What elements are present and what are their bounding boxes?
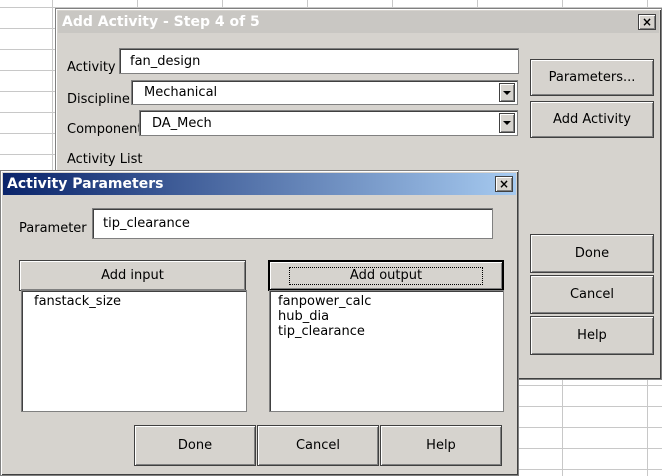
params-done-button[interactable]: Done xyxy=(134,425,256,466)
add-input-button[interactable]: Add input xyxy=(19,260,246,291)
params-cancel-button[interactable]: Cancel xyxy=(257,425,379,466)
params-done-button-label: Done xyxy=(177,438,213,453)
add-output-button[interactable]: Add output xyxy=(268,260,504,291)
help-button[interactable]: Help xyxy=(530,316,654,355)
chevron-down-icon xyxy=(503,90,511,95)
input-list[interactable]: fanstack_size xyxy=(21,290,247,412)
parameter-value: tip_clearance xyxy=(103,216,190,231)
parameters-button[interactable]: Parameters... xyxy=(530,59,654,96)
params-cancel-button-label: Cancel xyxy=(295,438,341,453)
activity-label: Activity xyxy=(67,60,116,75)
parameters-button-label: Parameters... xyxy=(548,70,636,85)
activity-parameters-dialog: Activity Parameters × Parameter tip_clea… xyxy=(0,170,519,476)
parameter-label: Parameter xyxy=(19,221,87,236)
chevron-down-icon xyxy=(503,121,511,125)
discipline-select[interactable]: Mechanical xyxy=(131,80,518,105)
done-button-label: Done xyxy=(574,246,610,261)
discipline-value: Mechanical xyxy=(144,85,218,100)
close-icon: × xyxy=(641,15,653,29)
activity-parameters-titlebar[interactable]: Activity Parameters × xyxy=(3,173,516,195)
done-button[interactable]: Done xyxy=(530,234,654,273)
add-activity-title: Add Activity - Step 4 of 5 xyxy=(62,14,260,30)
list-item[interactable]: fanpower_calc xyxy=(278,294,503,309)
add-activity-titlebar[interactable]: Add Activity - Step 4 of 5 × xyxy=(58,11,659,33)
list-item[interactable]: hub_dia xyxy=(278,309,503,324)
list-item[interactable]: fanstack_size xyxy=(30,294,246,309)
activity-input[interactable]: fan_design xyxy=(119,48,519,74)
parameter-input[interactable]: tip_clearance xyxy=(92,208,493,239)
add-output-button-label: Add output xyxy=(288,266,484,285)
component-select[interactable]: DA_Mech xyxy=(139,110,518,136)
add-activity-button[interactable]: Add Activity xyxy=(530,101,654,138)
activity-list-label: Activity List xyxy=(67,152,143,167)
params-help-button[interactable]: Help xyxy=(380,425,502,466)
component-value: DA_Mech xyxy=(152,115,212,131)
add-activity-button-label: Add Activity xyxy=(553,112,631,127)
close-icon: × xyxy=(498,177,510,191)
add-input-button-label: Add input xyxy=(101,268,164,283)
cancel-button[interactable]: Cancel xyxy=(530,275,654,314)
discipline-dropdown-button[interactable] xyxy=(499,83,515,102)
help-button-label: Help xyxy=(577,328,607,343)
cancel-button-label: Cancel xyxy=(569,287,615,302)
close-button[interactable]: × xyxy=(638,14,656,30)
component-dropdown-button[interactable] xyxy=(499,113,515,133)
close-button[interactable]: × xyxy=(495,176,513,192)
list-item[interactable]: tip_clearance xyxy=(278,324,503,339)
component-label: Component xyxy=(67,122,143,137)
output-list[interactable]: fanpower_calc hub_dia tip_clearance xyxy=(269,290,504,412)
activity-parameters-title: Activity Parameters xyxy=(7,176,164,192)
discipline-label: Discipline xyxy=(67,92,130,107)
params-help-button-label: Help xyxy=(426,438,456,453)
activity-value: fan_design xyxy=(130,53,201,69)
